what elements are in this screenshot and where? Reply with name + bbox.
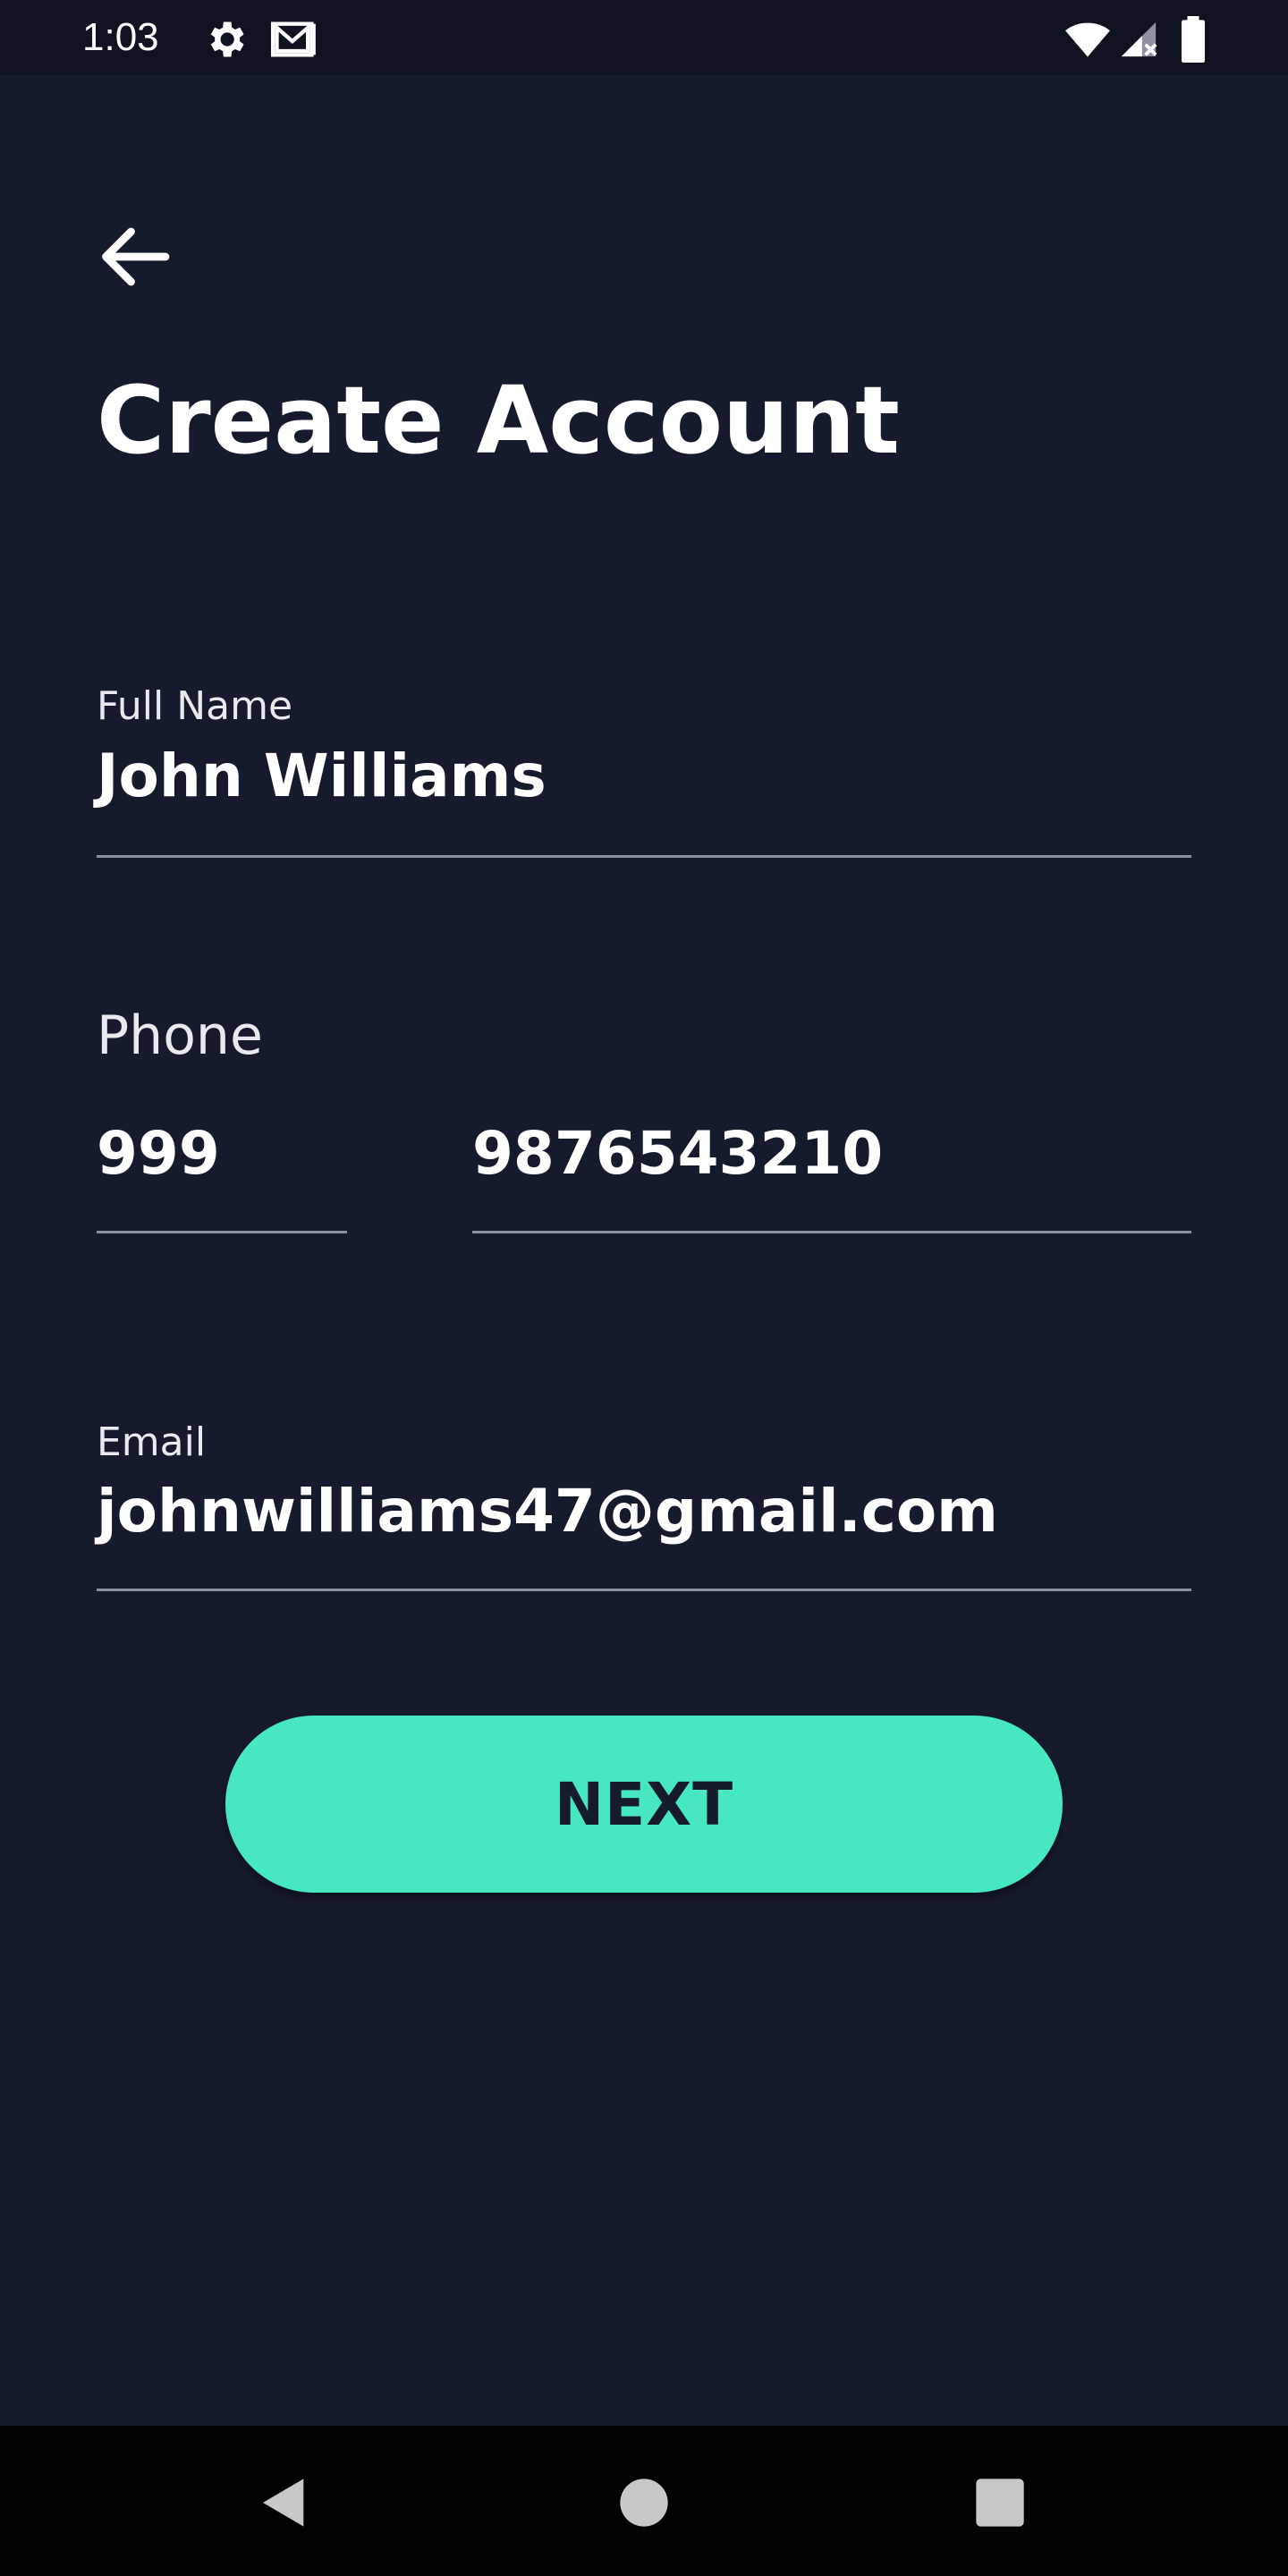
nav-back-button[interactable] [256, 2474, 313, 2531]
status-time: 1:03 [82, 15, 159, 59]
nav-recents-button[interactable] [971, 2474, 1029, 2531]
phone-number-underline [472, 1231, 1191, 1233]
page-title: Create Account [97, 366, 900, 475]
full-name-input[interactable]: John Williams [97, 739, 547, 814]
phone-label: Phone [97, 1004, 263, 1067]
nav-back-icon [263, 2479, 304, 2527]
navigation-bar [0, 2426, 1288, 2576]
battery-icon [1177, 16, 1209, 63]
cellular-no-signal-icon [1118, 16, 1159, 63]
status-bar: 1:03 [0, 0, 1288, 75]
country-code-input[interactable]: 999 [97, 1116, 220, 1191]
nav-home-button[interactable] [615, 2474, 673, 2531]
email-label: Email [97, 1419, 207, 1465]
nav-home-icon [620, 2479, 668, 2527]
email-underline [97, 1589, 1191, 1591]
nav-recents-icon [976, 2479, 1024, 2527]
back-button[interactable] [97, 224, 172, 290]
arrow-left-icon [102, 227, 170, 286]
email-input[interactable]: johnwilliams47@gmail.com [97, 1474, 998, 1549]
full-name-label: Full Name [97, 683, 293, 729]
country-code-underline [97, 1231, 347, 1233]
full-name-underline [97, 855, 1191, 858]
gmail-icon [268, 16, 320, 63]
wifi-icon [1063, 16, 1113, 63]
settings-icon [202, 16, 249, 63]
next-button-label: NEXT [554, 1769, 734, 1839]
create-account-screen: 1:03 Create Account Full Name John Willi… [0, 0, 1288, 2576]
phone-number-input[interactable]: 9876543210 [472, 1116, 883, 1191]
next-button[interactable]: NEXT [225, 1716, 1063, 1893]
